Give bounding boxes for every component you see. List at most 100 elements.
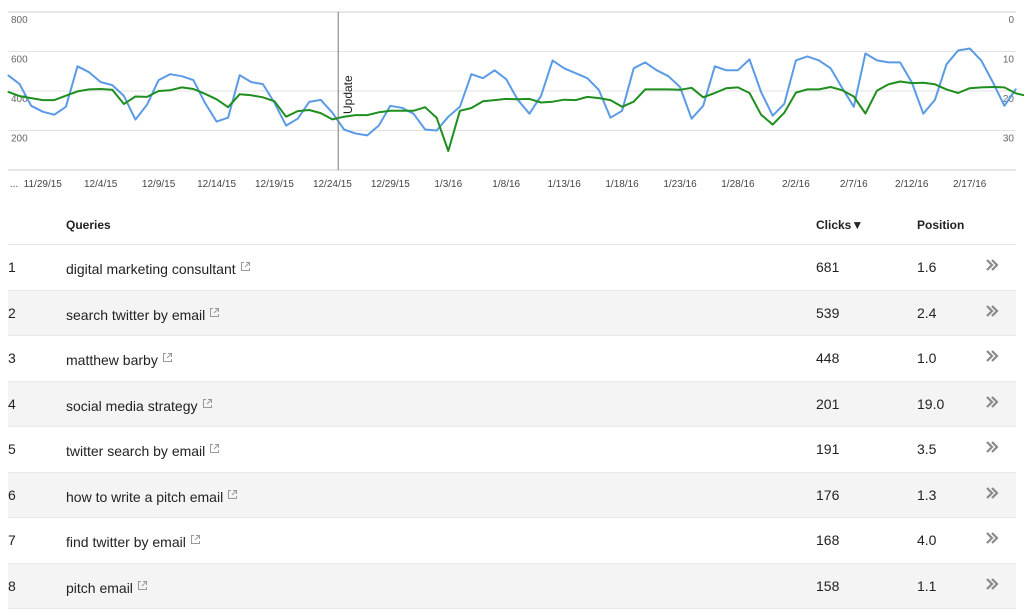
header-position[interactable]: Position [917, 218, 964, 232]
x-tick-label: 12/29/15 [371, 179, 410, 190]
x-tick-label: 1/8/16 [492, 179, 520, 190]
data-point-right [216, 99, 217, 100]
query-text[interactable]: pitch email [66, 580, 133, 596]
data-point-right [900, 81, 901, 82]
query-cell: digital marketing consultant [66, 259, 251, 277]
table-row[interactable]: 8pitch email1581.1 [8, 564, 1016, 609]
table-row[interactable]: 2search twitter by email5392.4 [8, 291, 1016, 337]
data-point-left [679, 86, 680, 87]
data-point-left [575, 73, 576, 74]
row-index: 7 [8, 532, 16, 548]
external-link-icon[interactable] [209, 441, 220, 457]
data-point-right [992, 86, 993, 87]
data-point-right [343, 116, 344, 117]
data-point-right [923, 82, 924, 83]
double-chevron-right-icon[interactable] [984, 439, 1000, 455]
data-point-left [784, 103, 785, 104]
data-point-left [100, 82, 101, 83]
double-chevron-right-icon[interactable] [984, 303, 1000, 319]
data-point-right [170, 90, 171, 91]
x-tick-label: 1/3/16 [434, 179, 462, 190]
header-clicks[interactable]: Clicks▼ [816, 218, 863, 232]
data-point-right [54, 100, 55, 101]
x-tick-label: 12/9/15 [142, 179, 176, 190]
data-point-left [42, 111, 43, 112]
query-text[interactable]: search twitter by email [66, 307, 205, 323]
performance-chart: 800600400200 0102030 ...11/29/1512/4/151… [0, 0, 1024, 200]
query-text[interactable]: how to write a pitch email [66, 489, 223, 505]
data-point-left [888, 62, 889, 63]
data-point-left [286, 125, 287, 126]
x-tick-label: 12/14/15 [197, 179, 236, 190]
data-point-left [332, 112, 333, 113]
query-cell: pitch email [66, 578, 148, 596]
data-point-right [228, 107, 229, 108]
query-cell: matthew barby [66, 350, 173, 368]
position-cell: 3.5 [917, 441, 936, 457]
clicks-cell: 191 [816, 441, 839, 457]
external-link-icon[interactable] [202, 396, 213, 412]
row-index: 5 [8, 441, 16, 457]
data-point-right [772, 124, 773, 125]
table-row[interactable]: 1digital marketing consultant6811.6 [8, 245, 1016, 291]
y-left-tick-label: 800 [11, 15, 28, 26]
data-point-right [297, 111, 298, 112]
query-cell: find twitter by email [66, 532, 201, 550]
data-point-left [343, 129, 344, 130]
data-point-right [146, 96, 147, 97]
external-link-icon[interactable] [227, 487, 238, 503]
query-cell: twitter search by email [66, 441, 220, 459]
double-chevron-right-icon[interactable] [984, 348, 1000, 364]
table-row[interactable]: 7find twitter by email1684.0 [8, 518, 1016, 564]
query-text[interactable]: matthew barby [66, 352, 158, 368]
double-chevron-right-icon[interactable] [984, 576, 1000, 592]
external-link-icon[interactable] [162, 350, 173, 366]
query-text[interactable]: find twitter by email [66, 534, 186, 550]
data-point-right [7, 91, 8, 92]
data-point-right [633, 101, 634, 102]
table-row[interactable]: 4social media strategy20119.0 [8, 382, 1016, 428]
data-point-left [564, 68, 565, 69]
query-text[interactable]: twitter search by email [66, 443, 205, 459]
external-link-icon[interactable] [240, 259, 251, 275]
data-point-right [494, 100, 495, 101]
data-point-left [992, 82, 993, 83]
table-row[interactable]: 6how to write a pitch email1761.3 [8, 473, 1016, 519]
chart-series [7, 48, 1024, 152]
external-link-icon[interactable] [209, 305, 220, 321]
data-point-left [482, 78, 483, 79]
data-point-right [123, 103, 124, 104]
data-point-left [54, 114, 55, 115]
external-link-icon[interactable] [190, 532, 201, 548]
query-cell: how to write a pitch email [66, 487, 238, 505]
query-text[interactable]: digital marketing consultant [66, 261, 236, 277]
data-point-right [320, 113, 321, 114]
data-point-left [413, 113, 414, 114]
y-right-tick-label: 10 [1003, 55, 1015, 66]
table-row[interactable]: 3matthew barby4481.0 [8, 336, 1016, 382]
double-chevron-right-icon[interactable] [984, 257, 1000, 273]
data-point-right [135, 96, 136, 97]
data-point-right [112, 89, 113, 90]
double-chevron-right-icon[interactable] [984, 530, 1000, 546]
data-point-left [378, 125, 379, 126]
data-point-right [239, 94, 240, 95]
data-point-right [1004, 87, 1005, 88]
double-chevron-right-icon[interactable] [984, 485, 1000, 501]
data-point-right [448, 150, 449, 151]
table-row[interactable]: 5 twitter search by email 191 3.5 [8, 427, 1016, 473]
data-point-left [1004, 105, 1005, 106]
data-point-left [448, 116, 449, 117]
data-point-left [865, 53, 866, 54]
data-point-left [390, 105, 391, 106]
external-link-icon[interactable] [137, 578, 148, 594]
double-chevron-right-icon[interactable] [984, 394, 1000, 410]
header-queries[interactable]: Queries [66, 218, 111, 232]
query-text[interactable]: social media strategy [66, 398, 198, 414]
clicks-cell: 448 [816, 350, 839, 366]
data-point-right [865, 113, 866, 114]
position-cell: 1.0 [917, 350, 936, 366]
data-point-left [1015, 88, 1016, 89]
data-point-left [146, 104, 147, 105]
clicks-cell: 168 [816, 532, 839, 548]
